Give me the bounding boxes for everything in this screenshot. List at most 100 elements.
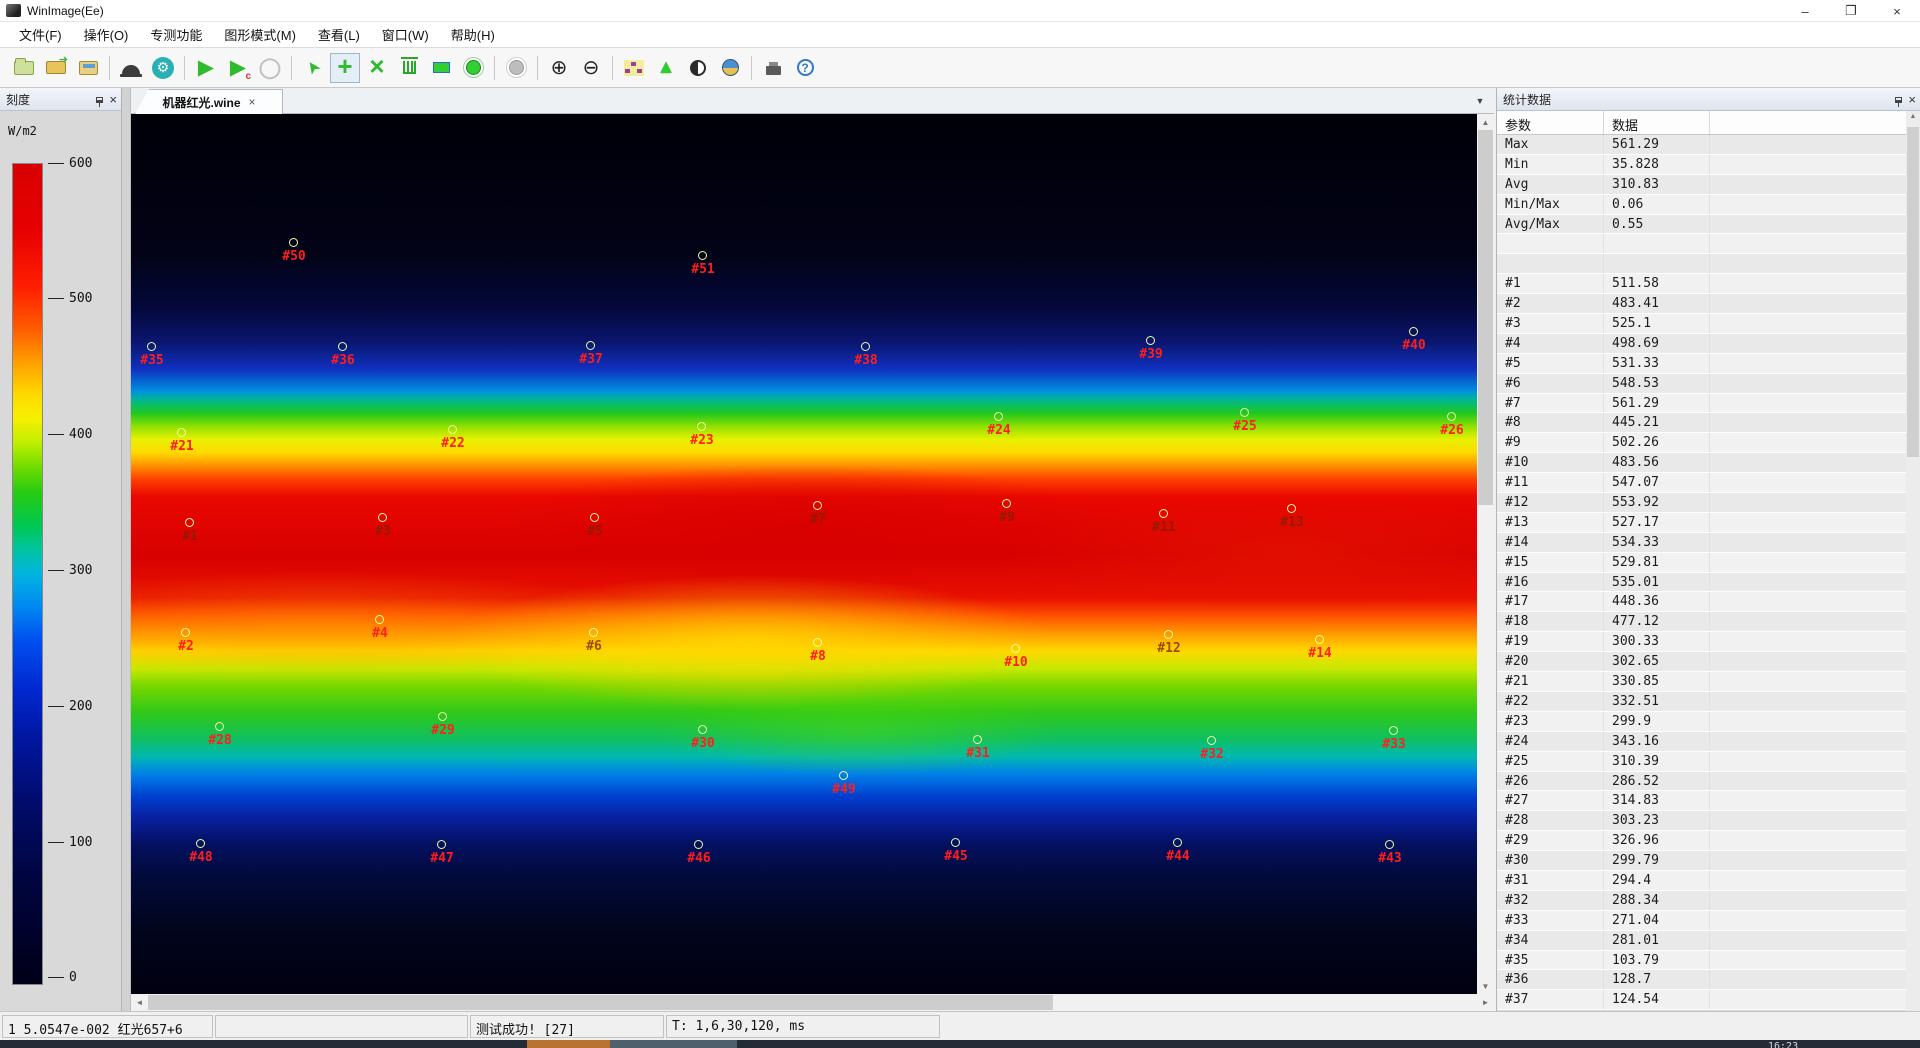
table-row[interactable]: #37124.54 bbox=[1497, 990, 1907, 1010]
menu-special-test[interactable]: 专测功能 bbox=[139, 22, 213, 47]
table-row[interactable]: #24343.16 bbox=[1497, 732, 1907, 752]
statistics-scroll-thumb[interactable] bbox=[1907, 127, 1919, 457]
help-button[interactable]: ? bbox=[790, 53, 820, 83]
scroll-up-icon[interactable]: ▲ bbox=[1906, 113, 1920, 120]
table-row[interactable]: #21330.85 bbox=[1497, 672, 1907, 692]
tab-machine-red-light[interactable]: 机器红光.wine × bbox=[135, 89, 283, 114]
table-row[interactable]: Max561.29 bbox=[1497, 135, 1907, 155]
menu-window[interactable]: 窗口(W) bbox=[371, 22, 440, 47]
table-row[interactable]: #3525.1 bbox=[1497, 314, 1907, 334]
scroll-up-icon[interactable]: ▲ bbox=[1477, 114, 1494, 130]
table-row[interactable]: #13527.17 bbox=[1497, 513, 1907, 533]
table-row[interactable]: #5531.33 bbox=[1497, 354, 1907, 374]
table-row[interactable]: #33271.04 bbox=[1497, 911, 1907, 931]
table-row[interactable]: #36128.7 bbox=[1497, 970, 1907, 990]
table-row[interactable]: #11547.07 bbox=[1497, 473, 1907, 493]
column-header-data[interactable]: 数据 bbox=[1604, 111, 1710, 134]
tab-list-dropdown-icon[interactable]: ▼ bbox=[1472, 93, 1488, 109]
menu-file[interactable]: 文件(F) bbox=[8, 22, 73, 47]
scroll-left-icon[interactable]: ◄ bbox=[131, 994, 148, 1011]
scroll-down-icon[interactable]: ▼ bbox=[1477, 978, 1494, 994]
menu-view[interactable]: 查看(L) bbox=[307, 22, 371, 47]
delete-point-button[interactable]: × bbox=[362, 53, 392, 83]
select-cursor-button[interactable]: ➤ bbox=[298, 53, 328, 83]
table-row[interactable]: #8445.21 bbox=[1497, 413, 1907, 433]
rect-region-button[interactable] bbox=[426, 53, 456, 83]
table-row[interactable]: #2483.41 bbox=[1497, 294, 1907, 314]
topology-button[interactable] bbox=[619, 53, 649, 83]
table-row[interactable] bbox=[1497, 234, 1907, 254]
table-row[interactable]: #10483.56 bbox=[1497, 453, 1907, 473]
device-dome-button[interactable] bbox=[116, 53, 146, 83]
table-row[interactable]: #22332.51 bbox=[1497, 692, 1907, 712]
minimize-button[interactable]: – bbox=[1782, 0, 1828, 22]
taskbar-app-button[interactable] bbox=[610, 1040, 737, 1048]
table-row[interactable]: Min/Max0.06 bbox=[1497, 195, 1907, 215]
table-row[interactable]: #20302.65 bbox=[1497, 652, 1907, 672]
table-row[interactable]: #26286.52 bbox=[1497, 772, 1907, 792]
vertical-scrollbar[interactable]: ▲ ▼ bbox=[1477, 114, 1494, 994]
table-row[interactable]: #16535.01 bbox=[1497, 573, 1907, 593]
table-row[interactable]: #4498.69 bbox=[1497, 334, 1907, 354]
table-row[interactable] bbox=[1497, 254, 1907, 274]
table-row[interactable]: #1511.58 bbox=[1497, 274, 1907, 294]
table-row[interactable]: #32288.34 bbox=[1497, 891, 1907, 911]
horizontal-scrollbar[interactable]: ◄ ► bbox=[131, 994, 1494, 1011]
heatmap-view[interactable]: #50#51#35#36#37#38#39#40#21#22#23#24#25#… bbox=[131, 114, 1477, 994]
column-header-param[interactable]: 参数 bbox=[1497, 111, 1604, 134]
table-row[interactable]: #25310.39 bbox=[1497, 752, 1907, 772]
menu-graph-mode[interactable]: 图形模式(M) bbox=[213, 22, 307, 47]
close-icon[interactable]: × bbox=[1908, 93, 1916, 106]
zoom-in-button[interactable]: ⊕ bbox=[544, 53, 574, 83]
pin-icon[interactable] bbox=[96, 97, 103, 103]
pin-icon[interactable] bbox=[1895, 97, 1902, 103]
settings-gear-button[interactable]: ⚙ bbox=[148, 53, 178, 83]
run-test-button[interactable]: ▶ bbox=[191, 53, 221, 83]
circle-region-button[interactable] bbox=[458, 53, 488, 83]
table-row[interactable]: #28303.23 bbox=[1497, 811, 1907, 831]
print-button[interactable] bbox=[758, 53, 788, 83]
table-row[interactable]: #6548.53 bbox=[1497, 374, 1907, 394]
table-row[interactable]: #15529.81 bbox=[1497, 553, 1907, 573]
statistics-scrollbar[interactable]: ▲ bbox=[1906, 111, 1920, 1011]
pyramid-view-button[interactable]: ▲ bbox=[651, 53, 681, 83]
table-row[interactable]: #29326.96 bbox=[1497, 831, 1907, 851]
new-file-button[interactable] bbox=[9, 53, 39, 83]
restore-button[interactable]: ❐ bbox=[1828, 0, 1874, 22]
taskbar-app-button[interactable] bbox=[527, 1040, 610, 1048]
table-row[interactable]: #18477.12 bbox=[1497, 612, 1907, 632]
table-row[interactable]: #23299.9 bbox=[1497, 712, 1907, 732]
stop-button[interactable]: ◯ bbox=[255, 53, 285, 83]
delete-all-points-button[interactable] bbox=[394, 53, 424, 83]
dock-splitter[interactable] bbox=[122, 88, 131, 1011]
table-row[interactable]: #12553.92 bbox=[1497, 493, 1907, 513]
table-row[interactable]: #35103.79 bbox=[1497, 951, 1907, 971]
ellipse-region-disabled-button[interactable] bbox=[501, 53, 531, 83]
menu-operate[interactable]: 操作(O) bbox=[73, 22, 140, 47]
add-point-button[interactable]: + bbox=[330, 53, 360, 83]
zoom-out-button[interactable]: ⊖ bbox=[576, 53, 606, 83]
table-row[interactable]: #14534.33 bbox=[1497, 533, 1907, 553]
brightness-button[interactable] bbox=[683, 53, 713, 83]
scroll-right-icon[interactable]: ► bbox=[1477, 994, 1494, 1011]
table-row[interactable]: #30299.79 bbox=[1497, 851, 1907, 871]
table-row[interactable]: #17448.36 bbox=[1497, 592, 1907, 612]
close-icon[interactable]: × bbox=[109, 93, 117, 106]
run-continuous-button[interactable]: ▶ bbox=[223, 53, 253, 83]
tab-close-icon[interactable]: × bbox=[249, 95, 256, 109]
table-row[interactable]: #34281.01 bbox=[1497, 931, 1907, 951]
table-row[interactable]: #9502.26 bbox=[1497, 433, 1907, 453]
table-row[interactable]: Min35.828 bbox=[1497, 155, 1907, 175]
close-button[interactable]: × bbox=[1874, 0, 1920, 22]
horizontal-scroll-thumb[interactable] bbox=[148, 995, 1053, 1010]
table-row[interactable]: Avg/Max0.55 bbox=[1497, 215, 1907, 235]
open-file-button[interactable] bbox=[41, 53, 71, 83]
table-row[interactable]: #27314.83 bbox=[1497, 791, 1907, 811]
earth-view-button[interactable] bbox=[715, 53, 745, 83]
save-button[interactable] bbox=[73, 53, 103, 83]
table-row[interactable]: #31294.4 bbox=[1497, 871, 1907, 891]
table-row[interactable]: Avg310.83 bbox=[1497, 175, 1907, 195]
table-row[interactable]: #19300.33 bbox=[1497, 632, 1907, 652]
menu-help[interactable]: 帮助(H) bbox=[440, 22, 506, 47]
table-row[interactable]: #7561.29 bbox=[1497, 394, 1907, 414]
